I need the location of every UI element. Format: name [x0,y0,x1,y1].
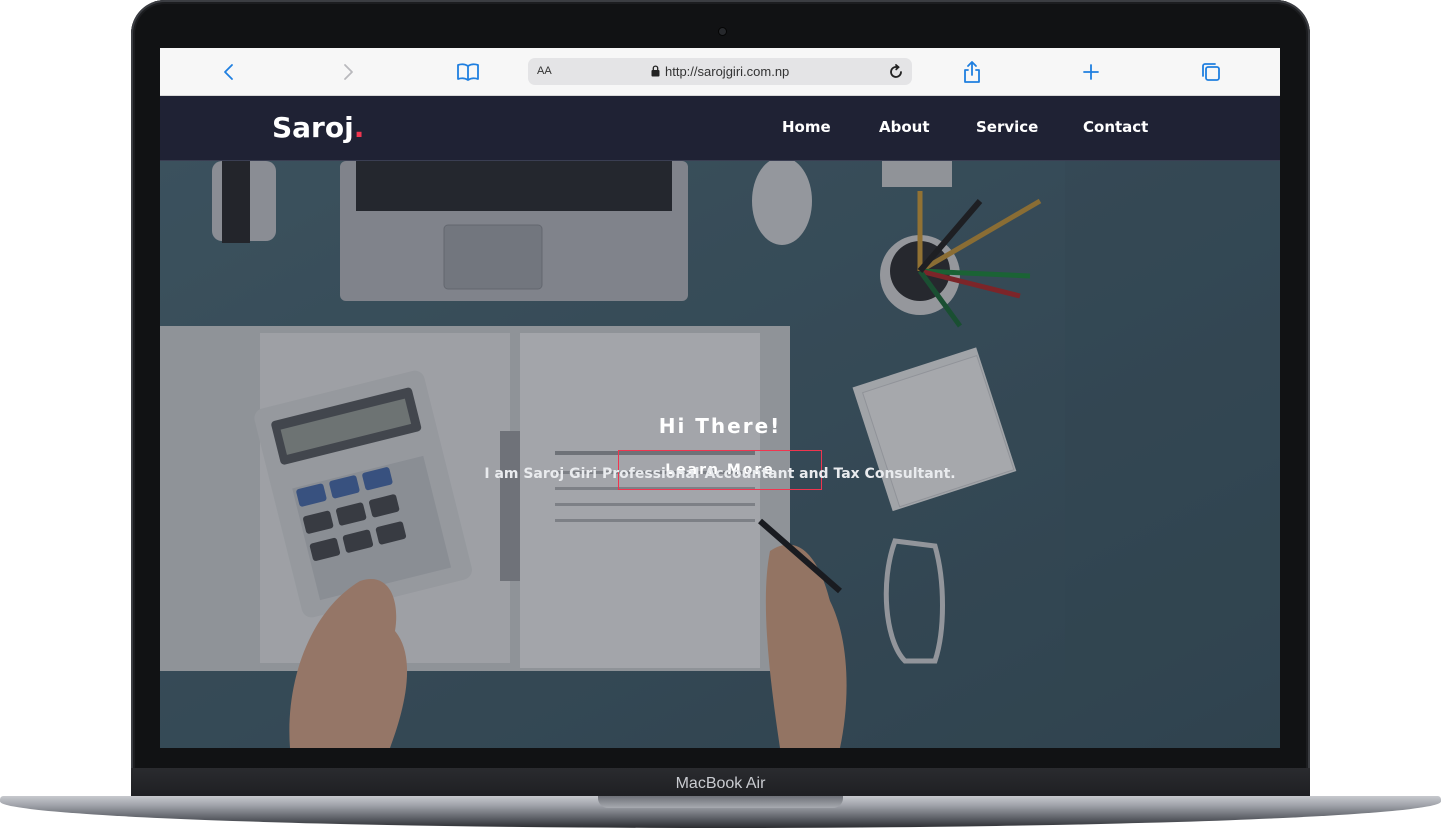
back-icon [224,64,233,80]
camera-icon [719,28,726,35]
device-label: MacBook Air [675,775,766,792]
hero-title: Hi There! [658,414,782,438]
nav-contact[interactable]: Contact [1083,118,1148,136]
reader-options-button[interactable]: AA [537,65,552,77]
bookmarks-icon [457,63,479,81]
lock-icon [651,65,660,77]
nav-home[interactable]: Home [782,118,831,136]
browser-toolbar: AA http://sarojgiri.com.np [160,48,1280,96]
screen: AA http://sarojgiri.com.np Saroj. Home A… [160,48,1280,748]
logo-dot: . [353,111,365,144]
logo-text: Saroj [272,111,354,144]
nav-about[interactable]: About [879,118,930,136]
new-tab-icon [1083,64,1099,80]
url-text[interactable]: http://sarojgiri.com.np [665,64,789,79]
site-logo[interactable]: Saroj. [272,111,364,144]
nav-service[interactable]: Service [976,118,1038,136]
bookmarks-button[interactable] [456,60,480,84]
reload-icon [890,64,902,78]
forward-button[interactable] [336,60,360,84]
address-bar[interactable]: AA http://sarojgiri.com.np [528,58,912,85]
new-tab-button[interactable] [1079,60,1103,84]
laptop-notch [598,796,843,808]
forward-icon [344,64,353,80]
tabs-icon [1202,63,1220,81]
share-icon [964,61,980,83]
tabs-overview-button[interactable] [1199,60,1223,84]
back-button[interactable] [217,60,241,84]
share-button[interactable] [960,60,984,84]
reload-button[interactable] [886,62,906,82]
hero-subtitle: I am Saroj Giri Professional Accountant … [484,466,956,482]
site-navbar: Saroj. Home About Service Contact [160,96,1280,161]
hero-section: Hi There! Learn More I am Saroj Giri Pro… [160,161,1280,748]
